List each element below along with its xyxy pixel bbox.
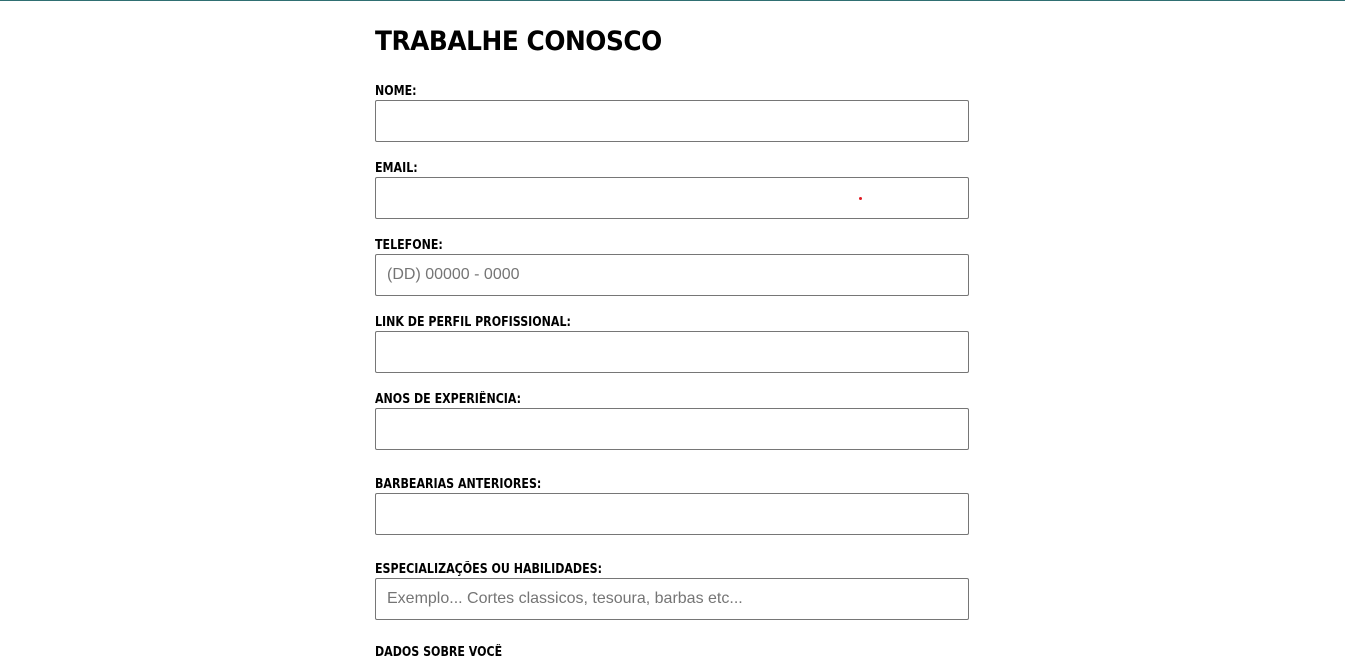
telefone-label: TELEFONE:: [375, 238, 443, 253]
especializacoes-label: ESPECIALIZAÇÕES OU HABILIDADES:: [375, 562, 603, 577]
barbearias-anteriores-input[interactable]: [375, 493, 969, 535]
field-barbearias-anteriores: BARBEARIAS ANTERIORES:: [375, 477, 969, 535]
field-telefone: TELEFONE:: [375, 238, 969, 296]
next-field-label: DADOS SOBRE VOCÊ: [375, 645, 503, 660]
field-link-perfil: LINK DE PERFIL PROFISSIONAL:: [375, 315, 969, 373]
top-accent-line: [0, 0, 1345, 1]
telefone-input[interactable]: [375, 254, 969, 296]
especializacoes-input[interactable]: [375, 578, 969, 620]
email-label: EMAIL:: [375, 161, 418, 176]
nome-input[interactable]: [375, 100, 969, 142]
page-title: TRABALHE CONOSCO: [375, 26, 662, 57]
link-perfil-label: LINK DE PERFIL PROFISSIONAL:: [375, 315, 571, 330]
link-perfil-input[interactable]: [375, 331, 969, 373]
field-email: EMAIL:: [375, 161, 969, 219]
barbearias-anteriores-label: BARBEARIAS ANTERIORES:: [375, 477, 542, 492]
nome-label: NOME:: [375, 84, 417, 99]
anos-experiencia-label: ANOS DE EXPERIÊNCIA:: [375, 392, 522, 407]
field-anos-experiencia: ANOS DE EXPERIÊNCIA:: [375, 392, 969, 450]
field-nome: NOME:: [375, 84, 969, 142]
email-input[interactable]: [375, 177, 969, 219]
anos-experiencia-input[interactable]: [375, 408, 969, 450]
field-especializacoes: ESPECIALIZAÇÕES OU HABILIDADES:: [375, 562, 969, 620]
cursor-dot-icon: [859, 197, 862, 200]
